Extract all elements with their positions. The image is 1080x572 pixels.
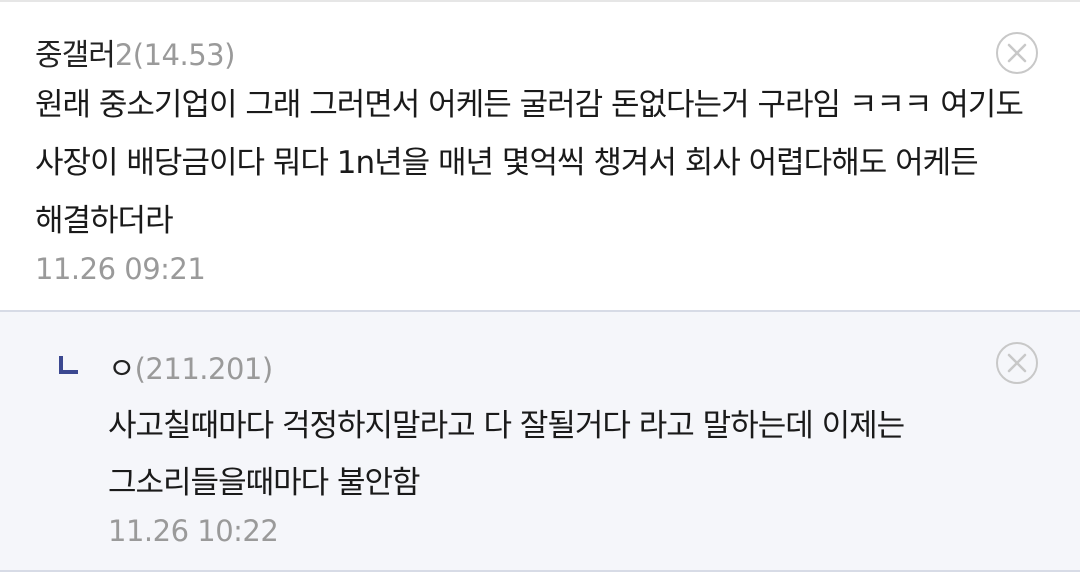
reply-arrow-icon bbox=[59, 356, 78, 374]
comment-timestamp: 11.26 09:21 bbox=[35, 252, 206, 286]
reply-item: ㅇ (211.201) 사고칠때마다 걱정하지말라고 다 잘될거다 라고 말하는데… bbox=[0, 310, 1080, 572]
close-icon bbox=[1007, 43, 1027, 63]
delete-comment-button[interactable] bbox=[996, 32, 1038, 74]
comment-content: 원래 중소기업이 그래 그러면서 어케든 굴러감 돈없다는거 구라임 ㅋㅋㅋ 여… bbox=[35, 87, 1024, 239]
reply-author: ㅇ (211.201) bbox=[108, 344, 1020, 387]
reply-ip: (211.201) bbox=[134, 352, 274, 386]
comment-author: 중갤러 2(14.53) bbox=[35, 30, 1020, 73]
reply-content: 사고칠때마다 걱정하지말라고 다 잘될거다 라고 말하는데 이제는 그소리들을때… bbox=[108, 408, 905, 501]
comment-ip: 2(14.53) bbox=[114, 38, 236, 72]
comment-nickname[interactable]: 중갤러 bbox=[35, 30, 116, 74]
comment-item: 중갤러 2(14.53) 원래 중소기업이 그래 그러면서 어케든 굴러감 돈없다… bbox=[0, 0, 1080, 310]
close-icon bbox=[1007, 353, 1027, 373]
reply-timestamp: 11.26 10:22 bbox=[108, 514, 279, 548]
reply-nickname[interactable]: ㅇ bbox=[108, 344, 136, 388]
delete-reply-button[interactable] bbox=[996, 342, 1038, 384]
